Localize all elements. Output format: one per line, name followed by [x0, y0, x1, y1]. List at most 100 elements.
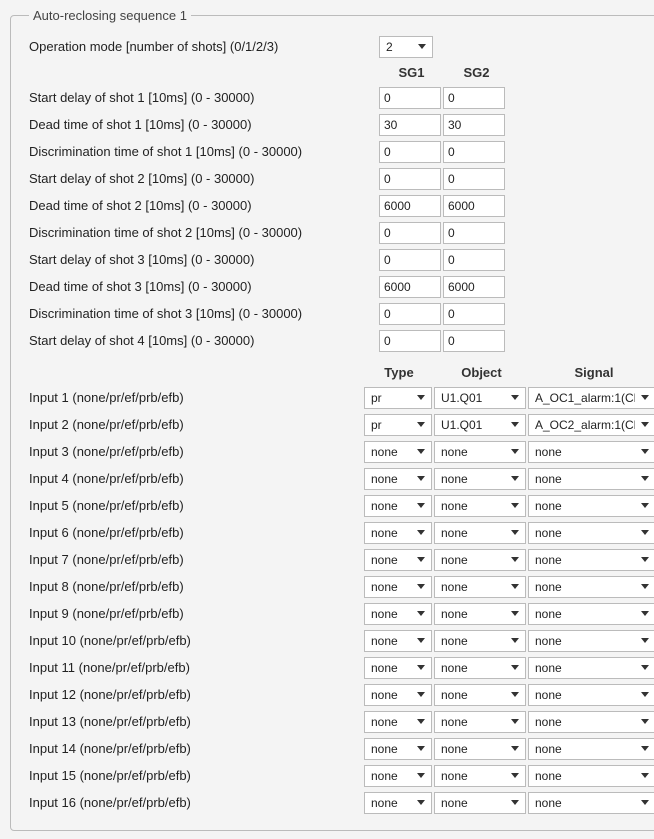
timing-sg2-input[interactable]: [443, 276, 505, 298]
input-object-select[interactable]: none: [434, 792, 526, 814]
timing-label: Start delay of shot 3 [10ms] (0 - 30000): [29, 252, 379, 267]
timing-sg1-input[interactable]: [379, 195, 441, 217]
timing-sg1-input[interactable]: [379, 141, 441, 163]
input-signal-select[interactable]: none: [528, 576, 654, 598]
input-object-select[interactable]: none: [434, 738, 526, 760]
input-signal-select[interactable]: none: [528, 495, 654, 517]
chevron-down-icon: [417, 422, 425, 427]
timing-sg2-input[interactable]: [443, 303, 505, 325]
timing-sg2-input[interactable]: [443, 195, 505, 217]
input-object-select[interactable]: U1.Q01: [434, 414, 526, 436]
timing-sg2-input[interactable]: [443, 87, 505, 109]
input-type-select[interactable]: none: [364, 603, 432, 625]
input-type-select[interactable]: none: [364, 765, 432, 787]
input-type-select[interactable]: none: [364, 630, 432, 652]
input-object-select[interactable]: none: [434, 603, 526, 625]
input-row: Input 14 (none/pr/ef/prb/efb)nonenonenon…: [29, 735, 654, 762]
input-label: Input 7 (none/pr/ef/prb/efb): [29, 552, 364, 567]
input-object-select[interactable]: none: [434, 576, 526, 598]
input-signal-select[interactable]: none: [528, 549, 654, 571]
input-type-select[interactable]: pr: [364, 414, 432, 436]
input-type-select[interactable]: none: [364, 495, 432, 517]
timing-sg1-input[interactable]: [379, 114, 441, 136]
input-object-select-value: none: [441, 607, 505, 621]
input-signal-select[interactable]: A_OC2_alarm:1(Chg): [528, 414, 654, 436]
input-type-select[interactable]: none: [364, 549, 432, 571]
timing-sg1-input[interactable]: [379, 222, 441, 244]
operation-mode-select[interactable]: 2: [379, 36, 433, 58]
input-signal-select[interactable]: none: [528, 711, 654, 733]
input-signal-select-value: A_OC2_alarm:1(Chg): [535, 418, 635, 432]
input-object-select[interactable]: none: [434, 657, 526, 679]
input-signal-select[interactable]: A_OC1_alarm:1(Chg): [528, 387, 654, 409]
timing-sg1-input[interactable]: [379, 303, 441, 325]
sg1-header: SG1: [379, 65, 444, 80]
input-object-select-value: none: [441, 634, 505, 648]
input-signal-select[interactable]: none: [528, 792, 654, 814]
input-signal-select[interactable]: none: [528, 738, 654, 760]
input-signal-select[interactable]: none: [528, 522, 654, 544]
input-type-select[interactable]: none: [364, 468, 432, 490]
chevron-down-icon: [511, 719, 519, 724]
input-object-select[interactable]: none: [434, 549, 526, 571]
input-signal-select-value: none: [535, 445, 635, 459]
timing-sg2-input[interactable]: [443, 141, 505, 163]
chevron-down-icon: [511, 449, 519, 454]
timing-sg2-input[interactable]: [443, 114, 505, 136]
input-type-select[interactable]: none: [364, 657, 432, 679]
input-object-select[interactable]: U1.Q01: [434, 387, 526, 409]
input-object-select[interactable]: none: [434, 495, 526, 517]
input-type-select[interactable]: none: [364, 711, 432, 733]
input-signal-select[interactable]: none: [528, 468, 654, 490]
timing-row: Discrimination time of shot 1 [10ms] (0 …: [29, 138, 654, 165]
input-type-select[interactable]: none: [364, 684, 432, 706]
timing-sg2-input[interactable]: [443, 168, 505, 190]
chevron-down-icon: [511, 611, 519, 616]
input-signal-select[interactable]: none: [528, 657, 654, 679]
timing-sg2-input[interactable]: [443, 222, 505, 244]
input-type-select[interactable]: none: [364, 576, 432, 598]
input-object-select[interactable]: none: [434, 468, 526, 490]
timing-sg1-input[interactable]: [379, 168, 441, 190]
input-type-select[interactable]: none: [364, 441, 432, 463]
timing-sg2-input[interactable]: [443, 330, 505, 352]
chevron-down-icon: [641, 773, 649, 778]
timing-sg1-input[interactable]: [379, 87, 441, 109]
timing-sg1-input[interactable]: [379, 276, 441, 298]
input-object-select[interactable]: none: [434, 711, 526, 733]
timing-sg1-input[interactable]: [379, 249, 441, 271]
input-signal-select[interactable]: none: [528, 603, 654, 625]
timing-row: Start delay of shot 4 [10ms] (0 - 30000): [29, 327, 654, 354]
input-signal-select[interactable]: none: [528, 765, 654, 787]
chevron-down-icon: [511, 800, 519, 805]
input-object-select[interactable]: none: [434, 522, 526, 544]
input-type-select[interactable]: none: [364, 738, 432, 760]
input-signal-select-value: none: [535, 499, 635, 513]
chevron-down-icon: [641, 422, 649, 427]
chevron-down-icon: [641, 800, 649, 805]
input-signal-select[interactable]: none: [528, 441, 654, 463]
chevron-down-icon: [641, 746, 649, 751]
type-header: Type: [364, 365, 434, 380]
timing-label: Discrimination time of shot 3 [10ms] (0 …: [29, 306, 379, 321]
input-object-select[interactable]: none: [434, 765, 526, 787]
timing-sg2-input[interactable]: [443, 249, 505, 271]
input-row: Input 4 (none/pr/ef/prb/efb)nonenonenone: [29, 465, 654, 492]
input-type-select[interactable]: none: [364, 792, 432, 814]
input-type-select[interactable]: none: [364, 522, 432, 544]
input-signal-select-value: none: [535, 769, 635, 783]
input-object-select[interactable]: none: [434, 441, 526, 463]
chevron-down-icon: [417, 746, 425, 751]
input-object-select[interactable]: none: [434, 630, 526, 652]
timing-label: Dead time of shot 2 [10ms] (0 - 30000): [29, 198, 379, 213]
input-object-select[interactable]: none: [434, 684, 526, 706]
chevron-down-icon: [417, 449, 425, 454]
input-type-select[interactable]: pr: [364, 387, 432, 409]
input-type-select-value: none: [371, 553, 411, 567]
input-signal-select[interactable]: none: [528, 684, 654, 706]
timing-sg1-input[interactable]: [379, 330, 441, 352]
input-label: Input 10 (none/pr/ef/prb/efb): [29, 633, 364, 648]
input-signal-select[interactable]: none: [528, 630, 654, 652]
input-signal-select-value: none: [535, 688, 635, 702]
chevron-down-icon: [641, 611, 649, 616]
